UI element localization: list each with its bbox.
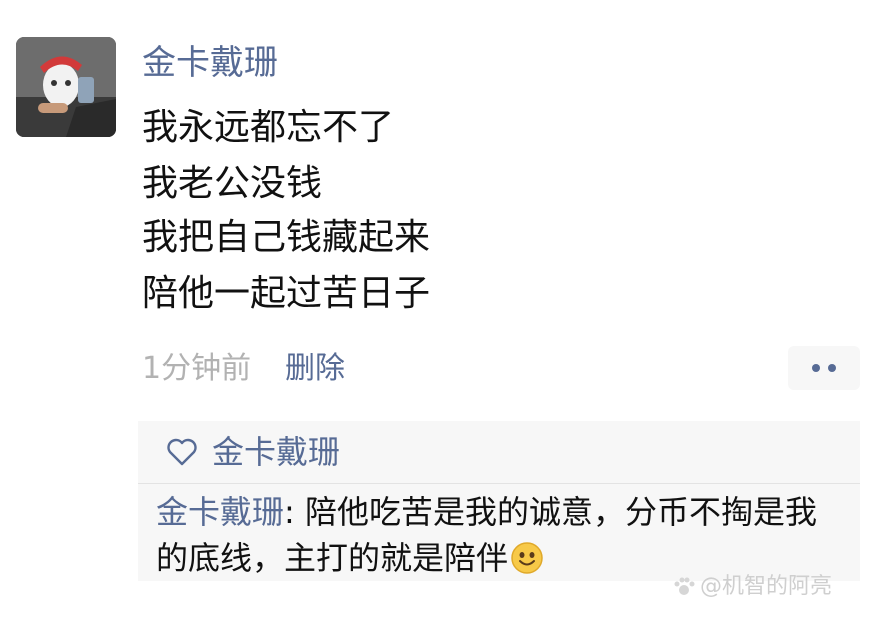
- paw-icon: [674, 577, 695, 595]
- post-author[interactable]: 金卡戴珊: [142, 40, 278, 86]
- comment-author[interactable]: 金卡戴珊: [156, 493, 284, 531]
- post-text-line-2: 我老公没钱: [142, 163, 323, 204]
- comment-separator: :: [284, 493, 305, 531]
- post-text-line-3: 我把自己钱藏起来: [142, 217, 431, 258]
- avatar[interactable]: [16, 37, 116, 137]
- post-text-line-1: 我永远都忘不了: [142, 107, 395, 148]
- post-text-line-4: 陪他一起过苦日子: [142, 273, 431, 314]
- more-dots-icon: [828, 364, 836, 372]
- likes-row: 金卡戴珊: [166, 429, 340, 475]
- heart-outline-icon: [167, 438, 197, 466]
- interaction-panel: 金卡戴珊 金卡戴珊: 陪他吃苦是我的诚意，分币不掏是我的底线，主打的就是陪伴: [138, 421, 860, 581]
- post-timestamp: 1分钟前: [142, 351, 252, 386]
- more-button[interactable]: [788, 346, 860, 390]
- divider: [138, 483, 860, 484]
- like-user-name[interactable]: 金卡戴珊: [212, 429, 340, 475]
- smile-emoji-icon: [511, 542, 543, 574]
- watermark: @机智的阿亮: [672, 572, 832, 602]
- delete-button[interactable]: 删除: [285, 348, 345, 390]
- comment-item[interactable]: 金卡戴珊: 陪他吃苦是我的诚意，分币不掏是我的底线，主打的就是陪伴: [156, 489, 846, 581]
- avatar-photo: [16, 37, 116, 137]
- watermark-text: @机智的阿亮: [700, 574, 833, 599]
- more-dots-icon: [812, 364, 820, 372]
